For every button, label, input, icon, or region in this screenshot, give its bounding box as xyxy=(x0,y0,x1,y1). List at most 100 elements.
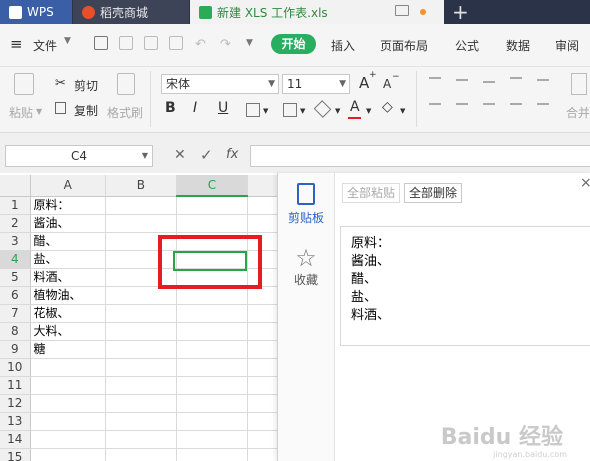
row-header[interactable]: 11 xyxy=(0,376,31,395)
cell-a5[interactable]: 料酒、 xyxy=(30,268,106,287)
cell[interactable] xyxy=(176,304,248,323)
scissors-icon[interactable]: ✂ xyxy=(55,76,66,91)
cell[interactable] xyxy=(105,412,177,431)
font-size-select[interactable]: 11 ▼ xyxy=(282,74,350,94)
cell[interactable] xyxy=(247,304,278,323)
cell[interactable] xyxy=(247,322,278,341)
cell-a10[interactable] xyxy=(30,358,106,377)
font-color-button[interactable]: A xyxy=(350,99,360,115)
cell[interactable] xyxy=(247,430,278,449)
format-painter-icon[interactable] xyxy=(117,73,135,95)
cell[interactable] xyxy=(105,214,177,233)
cell[interactable] xyxy=(176,196,248,215)
print-icon[interactable] xyxy=(144,36,158,50)
cell-a11[interactable] xyxy=(30,376,106,395)
increase-font-button[interactable]: A xyxy=(359,74,369,92)
confirm-icon[interactable]: ✓ xyxy=(200,146,213,164)
cell-a12[interactable] xyxy=(30,394,106,413)
cell-a6[interactable]: 植物油、 xyxy=(30,286,106,305)
font-name-select[interactable]: 宋体 ▼ xyxy=(161,74,279,94)
cell[interactable] xyxy=(176,214,248,233)
cell[interactable] xyxy=(105,322,177,341)
cell-a4[interactable]: 盐、 xyxy=(30,250,106,269)
clear-dropdown-icon[interactable]: ▼ xyxy=(400,107,405,115)
cell[interactable] xyxy=(105,430,177,449)
select-all-corner[interactable] xyxy=(0,175,31,197)
monitor-icon[interactable] xyxy=(395,5,409,16)
cell[interactable] xyxy=(105,196,177,215)
cell[interactable] xyxy=(176,358,248,377)
align-right-icon[interactable] xyxy=(483,103,495,105)
cell[interactable] xyxy=(105,448,177,461)
quick-access-dropdown-icon[interactable]: ▼ xyxy=(246,38,253,48)
paste-button[interactable]: 粘贴 xyxy=(9,104,33,121)
cell-style-dropdown-icon[interactable]: ▼ xyxy=(300,107,305,115)
tab-document[interactable]: 新建 XLS 工作表.xls xyxy=(190,0,444,24)
paste-all-button[interactable]: 全部粘贴 xyxy=(342,183,401,203)
cell-a8[interactable]: 大料、 xyxy=(30,322,106,341)
cell[interactable] xyxy=(247,412,278,431)
cell[interactable] xyxy=(105,304,177,323)
row-header[interactable]: 14 xyxy=(0,430,31,449)
row-header[interactable]: 8 xyxy=(0,322,31,341)
align-middle-icon[interactable] xyxy=(456,79,468,81)
cut-button[interactable]: 剪切 xyxy=(74,77,98,94)
italic-button[interactable]: I xyxy=(193,100,197,116)
cell-a15[interactable] xyxy=(30,448,106,461)
border-dropdown-icon[interactable]: ▼ xyxy=(263,107,268,115)
cell[interactable] xyxy=(247,196,278,215)
cell-a9[interactable]: 糖 xyxy=(30,340,106,359)
decrease-font-button[interactable]: A xyxy=(383,77,391,91)
border-icon[interactable] xyxy=(246,103,260,117)
cell[interactable] xyxy=(105,376,177,395)
cell-a1[interactable]: 原料： xyxy=(30,196,106,215)
cell[interactable] xyxy=(247,286,278,305)
align-top-icon[interactable] xyxy=(429,77,441,79)
cell[interactable] xyxy=(176,376,248,395)
menu-home[interactable]: 开始 xyxy=(271,34,316,54)
row-header[interactable]: 1 xyxy=(0,196,31,215)
cell[interactable] xyxy=(247,214,278,233)
menu-data[interactable]: 数据 xyxy=(506,37,530,54)
menu-file[interactable]: 文件 xyxy=(33,37,57,54)
copy-button[interactable]: 复制 xyxy=(74,102,98,119)
cell[interactable] xyxy=(105,340,177,359)
formula-input[interactable] xyxy=(250,145,590,167)
copy-icon[interactable] xyxy=(55,102,66,114)
cell-a7[interactable]: 花椒、 xyxy=(30,304,106,323)
cell[interactable] xyxy=(105,394,177,413)
chevron-down-icon[interactable]: ▼ xyxy=(64,36,71,46)
cell[interactable] xyxy=(247,394,278,413)
underline-button[interactable]: U xyxy=(218,100,228,116)
insert-function-icon[interactable]: fx xyxy=(226,147,238,162)
new-tab-button[interactable]: + xyxy=(452,0,476,24)
align-bottom-icon[interactable] xyxy=(483,81,495,83)
close-icon[interactable]: × xyxy=(580,175,590,191)
merge-icon[interactable] xyxy=(571,73,587,95)
column-header-d[interactable] xyxy=(247,175,278,197)
nav-favorites[interactable]: ☆ 收藏 xyxy=(278,245,334,288)
row-header[interactable]: 7 xyxy=(0,304,31,323)
column-header-c[interactable]: C xyxy=(176,175,248,197)
delete-all-button[interactable]: 全部删除 xyxy=(404,183,463,203)
cell[interactable] xyxy=(176,448,248,461)
tab-docer-shop[interactable]: 稻壳商城 xyxy=(73,0,189,24)
row-header[interactable]: 12 xyxy=(0,394,31,413)
row-header-selected[interactable]: 4 xyxy=(0,250,31,269)
row-header[interactable]: 5 xyxy=(0,268,31,287)
merge-button[interactable]: 合并 xyxy=(566,104,590,121)
cancel-icon[interactable]: ✕ xyxy=(174,147,186,163)
cell[interactable] xyxy=(247,376,278,395)
align-center-icon[interactable] xyxy=(456,103,468,105)
font-color-dropdown-icon[interactable]: ▼ xyxy=(366,107,371,115)
clipboard-item[interactable]: 原料： 酱油、 醋、 盐、 料酒、 xyxy=(340,226,590,346)
paste-dropdown-icon[interactable]: ▼ xyxy=(36,107,42,116)
fill-color-icon[interactable] xyxy=(313,100,332,118)
name-box[interactable]: C4 ▼ xyxy=(5,145,153,167)
row-header[interactable]: 15 xyxy=(0,448,31,461)
orientation-icon[interactable] xyxy=(510,77,522,79)
justify-icon[interactable] xyxy=(510,103,522,105)
menu-insert[interactable]: 插入 xyxy=(331,37,355,54)
row-header[interactable]: 9 xyxy=(0,340,31,359)
format-painter-button[interactable]: 格式刷 xyxy=(107,104,143,121)
